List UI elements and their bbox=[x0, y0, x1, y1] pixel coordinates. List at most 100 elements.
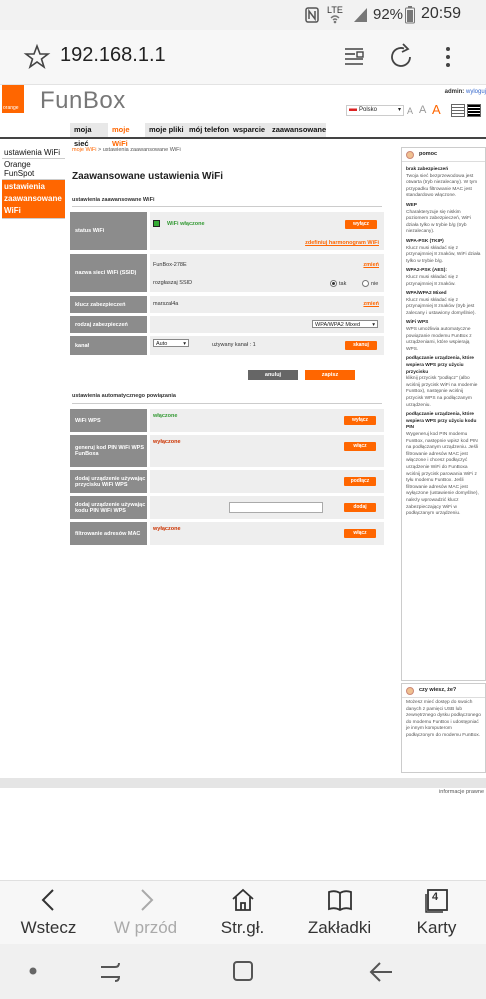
help-text: Charakteryzuje się niskim poziomem zabez… bbox=[406, 209, 472, 235]
cancel-button[interactable]: anuluj bbox=[248, 370, 298, 380]
web-page: orange FunBox admin: wyloguj Polsko ▾ A … bbox=[0, 85, 486, 880]
help-header: pomoc bbox=[402, 148, 485, 162]
row-label: generuj kod PIN WiFi WPS FunBoxa bbox=[70, 435, 147, 467]
help-text: Wygeneruj kod PIN modemu FunBox, następn… bbox=[406, 431, 479, 517]
pin-enable-button[interactable]: włącz bbox=[344, 442, 376, 451]
row-value: włączone wyłącz bbox=[150, 409, 384, 432]
help-text: Klucz musi składać się z przynajmniej 8 … bbox=[406, 245, 481, 264]
reader-mode-icon[interactable] bbox=[339, 42, 369, 72]
legal-info-link[interactable]: informacje prawne bbox=[439, 789, 484, 795]
help-text: Twoja sieć bezprzewodowa jest otwarta (t… bbox=[406, 173, 478, 199]
chevron-down-icon: ▾ bbox=[372, 322, 375, 328]
connect-button[interactable]: podłącz bbox=[344, 477, 376, 486]
broadcast-yes-radio[interactable] bbox=[330, 280, 337, 287]
row-mac-filter: filtrowanie adresów MAC wyłączone włącz bbox=[70, 522, 384, 545]
row-channel: kanał Auto ▾ używany kanał : 1 skanuj bbox=[70, 336, 384, 355]
channel-select[interactable]: Auto ▾ bbox=[153, 339, 189, 347]
section-title-advanced: ustawienia zaawansowane WiFi bbox=[72, 197, 155, 203]
home-button[interactable]: Str.gł. bbox=[194, 881, 291, 944]
row-wps-pin-device: dodaj urządzenie używając kodu PIN WiFi … bbox=[70, 496, 384, 519]
home-square-icon[interactable] bbox=[232, 960, 254, 982]
breadcrumb-link[interactable]: moje WiFi bbox=[72, 147, 96, 153]
font-large-button[interactable]: A bbox=[432, 102, 441, 117]
broadcast-yes-label: tak bbox=[339, 281, 347, 287]
row-value: FunBox-278E zmień rozgłaszaj SSID tak ni… bbox=[150, 254, 384, 292]
help-text: Klucz musi składać się z przynajmniej 8 … bbox=[406, 274, 458, 287]
tab-moja-siec[interactable]: moja sieć bbox=[70, 123, 113, 148]
row-value: wyłączone włącz bbox=[150, 522, 384, 545]
section-title-auto-pairing: ustawienia automatycznego powiązania bbox=[72, 393, 176, 399]
chevron-left-icon bbox=[41, 889, 54, 911]
reload-icon[interactable] bbox=[386, 42, 416, 72]
funbox-logo: FunBox bbox=[40, 87, 126, 114]
tip-body: Możesz mieć dostęp do swoich danych z pa… bbox=[406, 700, 481, 738]
clock: 20:59 bbox=[421, 5, 462, 22]
save-button[interactable]: zapisz bbox=[305, 370, 355, 380]
bookmarks-button[interactable]: Zakładki bbox=[291, 881, 388, 944]
row-value: dodaj bbox=[150, 496, 384, 519]
sidebar-item-advanced-wifi[interactable]: ustawienia zaawansowane WiFi bbox=[2, 180, 65, 219]
sidebar-item-wifi-settings[interactable]: ustawienia WiFi bbox=[2, 147, 65, 159]
system-back-icon[interactable] bbox=[368, 959, 394, 985]
row-wps-push: dodaj urządzenie używając przycisku WiFi… bbox=[70, 470, 384, 493]
wifi-signal-icon bbox=[330, 15, 340, 24]
wifi-schedule-link[interactable]: zdefiniuj harmonogram WiFi bbox=[305, 240, 379, 246]
flag-icon bbox=[349, 106, 357, 111]
row-label: dodaj urządzenie używając kodu PIN WiFi … bbox=[70, 496, 147, 519]
orange-logo[interactable]: orange bbox=[2, 85, 24, 113]
contrast-high-button[interactable] bbox=[467, 104, 481, 117]
back-button[interactable]: Wstecz bbox=[0, 881, 97, 944]
tab-wsparcie[interactable]: wsparcie bbox=[229, 123, 273, 137]
row-label: dodaj urządzenie używając przycisku WiFi… bbox=[70, 470, 147, 493]
admin-info: admin: wyloguj bbox=[444, 89, 486, 95]
tab-zaawansowane[interactable]: zaawansowane bbox=[268, 123, 327, 137]
add-device-button[interactable]: dodaj bbox=[344, 503, 376, 512]
tabs-button[interactable]: 4 Karty bbox=[388, 881, 485, 944]
help-heading: WPA/WPA2 Mixed bbox=[406, 291, 447, 297]
pin-input[interactable] bbox=[229, 502, 323, 513]
ssid-change-link[interactable]: zmień bbox=[363, 262, 379, 268]
battery-percent: 92% bbox=[373, 6, 404, 23]
battery-icon bbox=[405, 6, 415, 24]
row-value: Auto ▾ używany kanał : 1 skanuj bbox=[150, 336, 384, 355]
sidebar: ustawienia WiFi Orange FunSpot ustawieni… bbox=[2, 147, 65, 219]
font-medium-button[interactable]: A bbox=[419, 104, 426, 116]
tip-header: czy wiesz, że? bbox=[402, 684, 485, 698]
recent-apps-icon[interactable] bbox=[97, 959, 123, 985]
wifi-disable-button[interactable]: wyłącz bbox=[345, 220, 377, 229]
ssid-value: FunBox-278E bbox=[153, 262, 187, 268]
forward-button[interactable]: W przód bbox=[97, 881, 194, 944]
row-label: filtrowanie adresów MAC bbox=[70, 522, 147, 545]
sidebar-item-funspot[interactable]: Orange FunSpot bbox=[2, 159, 65, 180]
key-change-link[interactable]: zmień bbox=[363, 301, 379, 307]
security-type-select[interactable]: WPA/WPA2 Mixed ▾ bbox=[312, 320, 378, 328]
bookmark-star-icon[interactable] bbox=[22, 42, 52, 72]
browser-address-bar: 192.168.1.1 bbox=[0, 30, 486, 85]
url-field[interactable]: 192.168.1.1 bbox=[60, 44, 166, 67]
chevron-down-icon: ▾ bbox=[397, 107, 401, 113]
tab-moje-wifi[interactable]: moje WiFi bbox=[108, 123, 150, 148]
mac-enable-button[interactable]: włącz bbox=[344, 529, 376, 538]
help-heading: podłączanie urządzenia, które wspiera WP… bbox=[406, 412, 477, 431]
help-heading: podłączanie urządzenia, które wspiera WP… bbox=[406, 356, 474, 375]
tab-moje-pliki[interactable]: moje pliki bbox=[145, 123, 190, 137]
help-heading: WPA2-PSK (AES): bbox=[406, 268, 447, 274]
font-small-button[interactable]: A bbox=[407, 106, 413, 116]
row-security-type: rodzaj zabezpieczeń WPA/WPA2 Mixed ▾ bbox=[70, 316, 384, 333]
row-value: WiFi włączone wyłącz zdefiniuj harmonogr… bbox=[150, 212, 384, 250]
help-text: kliknij przycisk "podłącz" (albo wciśnij… bbox=[406, 376, 478, 408]
row-label: kanał bbox=[70, 336, 147, 355]
row-label: klucz zabezpieczeń bbox=[70, 296, 147, 313]
broadcast-no-radio[interactable] bbox=[362, 280, 369, 287]
row-label: WiFi WPS bbox=[70, 409, 147, 432]
language-select[interactable]: Polsko ▾ bbox=[346, 105, 404, 116]
cell-signal-icon bbox=[354, 8, 367, 22]
wps-disable-button[interactable]: wyłącz bbox=[344, 416, 376, 425]
help-text: Klucz musi składać się z przynajmniej 8 … bbox=[406, 297, 476, 316]
tab-moj-telefon[interactable]: mój telefon bbox=[185, 123, 234, 137]
scan-button[interactable]: skanuj bbox=[345, 341, 377, 350]
help-text: WPS umożliwia automatyczne powiązanie mo… bbox=[406, 327, 472, 352]
more-menu-icon[interactable] bbox=[433, 42, 463, 72]
logout-link[interactable]: wyloguj bbox=[466, 89, 486, 95]
contrast-normal-button[interactable] bbox=[451, 104, 465, 117]
